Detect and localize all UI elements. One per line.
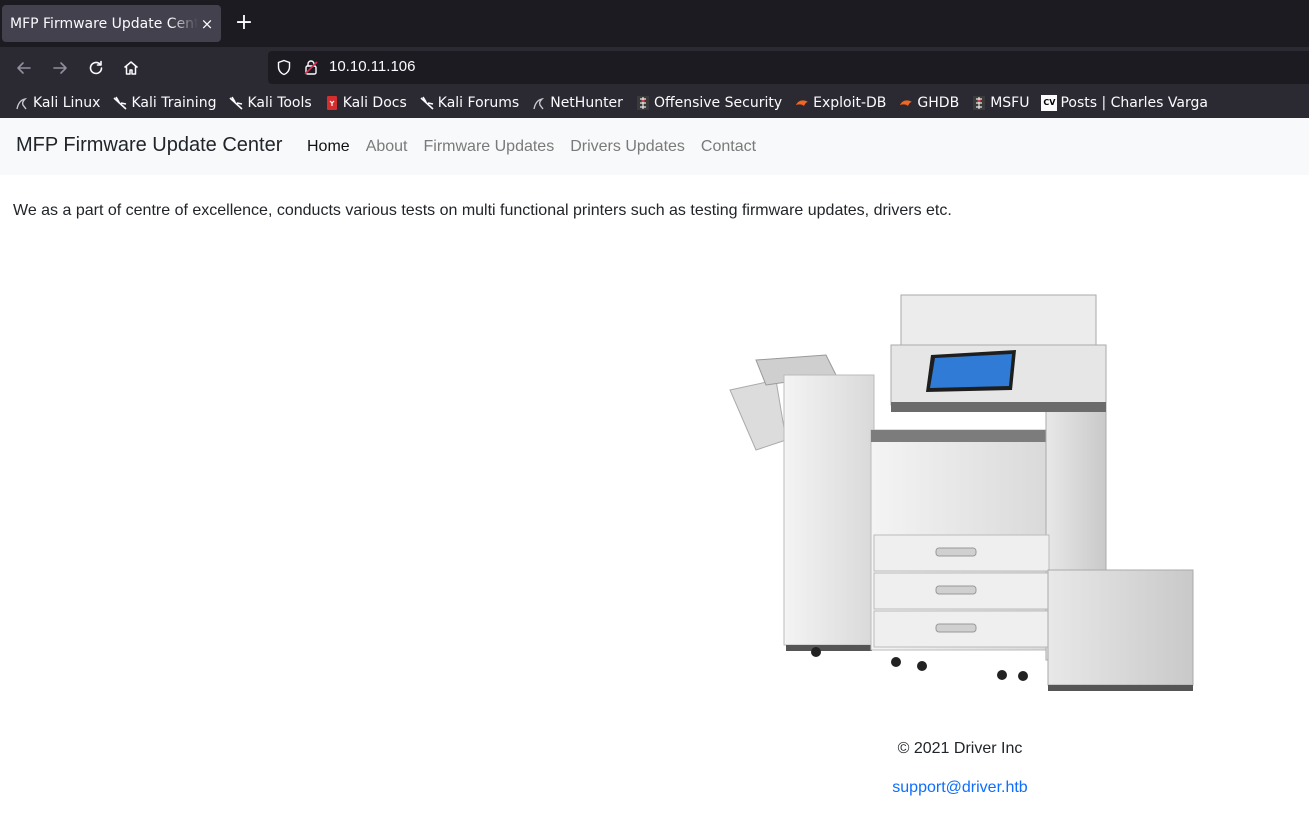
nav-link-firmware-updates[interactable]: Firmware Updates — [416, 138, 563, 156]
insecure-lock-icon[interactable] — [303, 59, 319, 76]
back-button[interactable] — [11, 55, 37, 81]
address-bar[interactable]: 10.10.11.106 — [268, 51, 1309, 84]
kali-dragon-icon — [14, 95, 30, 111]
kali-forums-icon — [419, 95, 435, 111]
nav-link-contact[interactable]: Contact — [693, 138, 764, 156]
kali-training-icon — [112, 95, 128, 111]
site-nav-links: Home About Firmware Updates Drivers Upda… — [299, 138, 764, 156]
browser-tab[interactable]: MFP Firmware Update Center × — [2, 5, 221, 42]
bookmark-label: Kali Forums — [437, 95, 520, 111]
bookmark-label: Kali Training — [131, 95, 217, 111]
bookmarks-toolbar: Kali Linux Kali Training Kali Tools Kali… — [0, 88, 1309, 118]
nav-link-home[interactable]: Home — [299, 138, 358, 156]
bookmark-kali-tools[interactable]: Kali Tools — [228, 95, 312, 111]
bookmark-ghdb[interactable]: GHDB — [898, 95, 959, 111]
home-button[interactable] — [118, 55, 144, 81]
bookmark-offensive-security[interactable]: Offensive Security — [635, 95, 782, 111]
copyright-text: © 2021 Driver Inc — [897, 740, 1023, 757]
bookmark-label: GHDB — [917, 95, 960, 111]
printer-image — [729, 294, 1194, 691]
navigation-toolbar: 10.10.11.106 — [0, 47, 1309, 88]
bookmark-label: Kali Docs — [342, 95, 407, 111]
bookmark-label: Exploit-DB — [813, 95, 887, 111]
nav-link-drivers-updates[interactable]: Drivers Updates — [562, 138, 693, 156]
bookmark-kali-linux[interactable]: Kali Linux — [14, 95, 100, 111]
bookmark-kali-forums[interactable]: Kali Forums — [419, 95, 519, 111]
ghdb-icon — [898, 95, 914, 111]
bookmark-label: NetHunter — [550, 95, 623, 111]
tab-title: MFP Firmware Update Center — [10, 15, 198, 32]
bookmark-label: Kali Tools — [247, 95, 312, 111]
nethunter-icon — [531, 95, 547, 111]
bookmark-label: MSFU — [990, 95, 1030, 111]
shield-icon[interactable] — [276, 59, 292, 76]
home-icon — [124, 61, 138, 75]
site-footer: © 2021 Driver Inc support@driver.htb — [660, 740, 1260, 797]
bookmark-charles-varga[interactable]: CV Posts | Charles Varga — [1041, 95, 1208, 111]
bookmark-msfu[interactable]: MSFU — [971, 95, 1029, 111]
arrow-left-icon — [17, 62, 31, 74]
exploit-db-icon — [794, 95, 810, 111]
site-brand[interactable]: MFP Firmware Update Center — [16, 134, 282, 157]
bookmark-label: Kali Linux — [33, 95, 101, 111]
bookmark-label: Posts | Charles Varga — [1060, 95, 1208, 111]
site-navbar: MFP Firmware Update Center Home About Fi… — [0, 118, 1309, 175]
arrow-right-icon — [53, 62, 67, 74]
msfu-icon — [971, 95, 987, 111]
url-text[interactable]: 10.10.11.106 — [329, 58, 415, 75]
forward-button[interactable] — [47, 55, 73, 81]
bookmark-nethunter[interactable]: NetHunter — [531, 95, 623, 111]
support-email-link[interactable]: support@driver.htb — [660, 779, 1260, 797]
close-tab-icon[interactable]: × — [198, 15, 216, 33]
reload-button[interactable] — [83, 55, 109, 81]
new-tab-button[interactable]: + — [232, 11, 256, 35]
kali-docs-icon — [324, 95, 340, 111]
reload-icon — [89, 60, 103, 75]
nav-link-about[interactable]: About — [358, 138, 416, 156]
kali-tools-icon — [228, 95, 244, 111]
intro-text: We as a part of centre of excellence, co… — [13, 202, 952, 219]
bookmark-exploit-db[interactable]: Exploit-DB — [794, 95, 886, 111]
bookmark-kali-training[interactable]: Kali Training — [112, 95, 216, 111]
bookmark-kali-docs[interactable]: Kali Docs — [324, 95, 407, 111]
offensive-security-icon — [635, 95, 651, 111]
tab-strip: MFP Firmware Update Center × + — [0, 0, 1309, 47]
bookmark-label: Offensive Security — [653, 95, 783, 111]
cv-logo-icon: CV — [1041, 95, 1058, 111]
